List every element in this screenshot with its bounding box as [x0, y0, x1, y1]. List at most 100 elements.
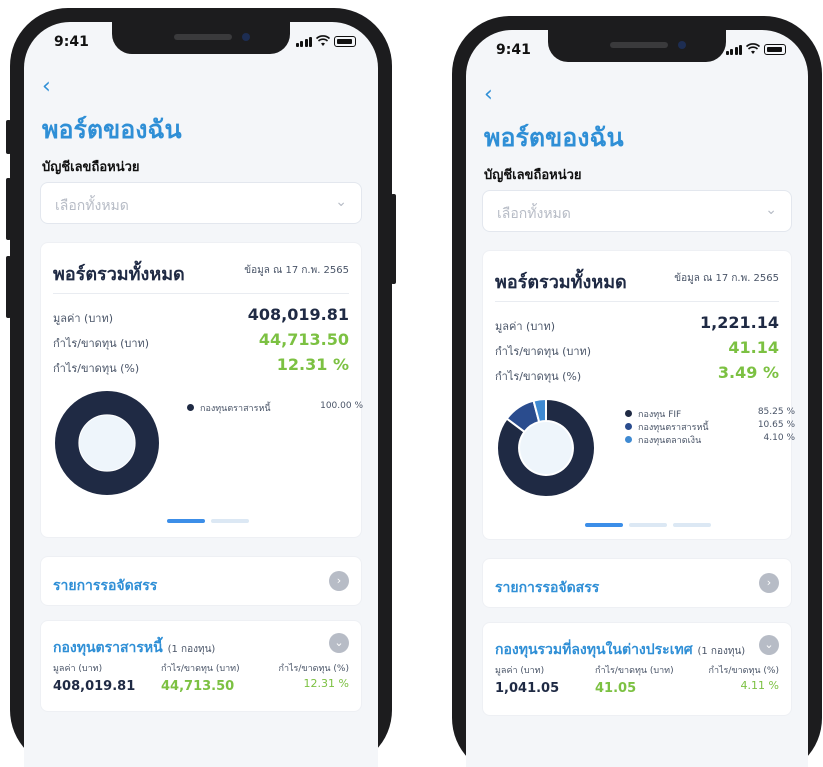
fund-group-name: กองทุนรวมที่ลงทุนในต่างประเทศ [495, 642, 693, 658]
status-time: 9:41 [54, 34, 89, 50]
fund-group-card[interactable]: กองทุนรวมที่ลงทุนในต่างประเทศ (1 กองทุน)… [482, 622, 792, 716]
fund-count: (1 กองทุน) [697, 646, 746, 657]
status-time: 9:41 [496, 42, 531, 58]
app-screen: 9:41 ‹ พอร์ตของฉัน บัญชีเลขถือหน่วย เลือ… [466, 30, 808, 767]
pending-allocation-card[interactable]: รายการรอจัดสรร › [40, 556, 362, 606]
legend-item: กองทุนตลาดเงิน 4.10 % [625, 433, 795, 446]
fund-group-title: กองทุนตราสารหนี้ (1 กองทุน) [53, 637, 215, 659]
fund-count: (1 กองทุน) [167, 644, 216, 655]
notch [112, 22, 290, 54]
pending-allocation-card[interactable]: รายการรอจัดสรร › [482, 558, 792, 608]
value-label: มูลค่า (บาท) [53, 312, 114, 325]
fund-pl-label: กำไร/ขาดทุน (บาท) [595, 666, 674, 676]
mute-switch [6, 120, 11, 154]
volume-up-button [6, 178, 11, 240]
plpct-label: กำไร/ขาดทุน (%) [53, 362, 140, 375]
fund-value-label: มูลค่า (บาท) [53, 664, 103, 674]
allocation-legend: กองทุนตราสารหนี้ 100.00 % [187, 401, 363, 414]
account-select[interactable]: เลือกทั้งหมด ⌄ [482, 190, 792, 232]
legend-percent: 4.10 % [763, 433, 795, 443]
battery-icon [764, 44, 786, 55]
allocation-donut-chart [55, 391, 159, 495]
volume-down-button [6, 256, 11, 318]
fund-group-name: กองทุนตราสารหนี้ [53, 640, 163, 656]
chevron-down-icon: ⌄ [335, 194, 347, 210]
donut-hole [79, 415, 135, 471]
chevron-down-icon[interactable]: ⌄ [759, 635, 779, 655]
legend-label: กองทุน FIF [638, 410, 682, 420]
app-screen: 9:41 ‹ พอร์ตของฉัน บัญชีเลขถือหน่วย เลือ… [24, 22, 378, 767]
donut-hole [520, 422, 572, 474]
value-row: มูลค่า (บาท) 408,019.81 [53, 305, 349, 327]
fund-pl-label: กำไร/ขาดทุน (บาท) [161, 664, 240, 674]
pl-row: กำไร/ขาดทุน (บาท) 41.14 [495, 338, 779, 360]
plpct-row: กำไร/ขาดทุน (%) 12.31 % [53, 355, 349, 377]
chevron-down-icon: ⌄ [765, 202, 777, 218]
legend-label: กองทุนตลาดเงิน [638, 436, 702, 446]
legend-label: กองทุนตราสารหนี้ [638, 423, 709, 433]
plpct-label: กำไร/ขาดทุน (%) [495, 370, 582, 383]
fund-value: 1,041.05 [495, 681, 560, 696]
fund-group-card[interactable]: กองทุนตราสารหนี้ (1 กองทุน) ⌄ มูลค่า (บา… [40, 620, 362, 712]
fund-plpct: 4.11 % [740, 679, 779, 692]
back-chevron-icon[interactable]: ‹ [484, 82, 493, 107]
legend-item: กองทุน FIF 85.25 % [625, 407, 795, 420]
allocation-donut-chart [496, 397, 596, 498]
summary-title: พอร์ตรวมทั้งหมด [53, 264, 185, 285]
account-select-placeholder: เลือกทั้งหมด [497, 206, 571, 222]
pl-row: กำไร/ขาดทุน (บาท) 44,713.50 [53, 330, 349, 352]
plpct-row: กำไร/ขาดทุน (%) 3.49 % [495, 363, 779, 385]
fund-value-label: มูลค่า (บาท) [495, 666, 545, 676]
account-label: บัญชีเลขถือหน่วย [484, 168, 582, 183]
allocation-legend: กองทุน FIF 85.25 % กองทุนตราสารหนี้ 10.65 %… [625, 407, 795, 446]
pending-allocation-label: รายการรอจัดสรร [53, 578, 158, 594]
fund-value: 408,019.81 [53, 679, 136, 694]
profit-loss-percent: 3.49 % [717, 363, 779, 382]
legend-dot-icon [625, 410, 632, 417]
legend-item: กองทุนตราสารหนี้ 100.00 % [187, 401, 363, 414]
portfolio-summary-card: พอร์ตรวมทั้งหมด ข้อมูล ณ 17 ก.พ. 2565 มู… [482, 250, 795, 540]
total-value: 1,221.14 [700, 313, 779, 332]
legend-percent: 85.25 % [757, 407, 795, 417]
legend-dot-icon [625, 436, 632, 443]
value-row: มูลค่า (บาท) 1,221.14 [495, 313, 779, 335]
chevron-down-icon[interactable]: ⌄ [329, 633, 349, 653]
divider [53, 293, 349, 294]
fund-pl: 41.05 [595, 681, 637, 696]
pl-label: กำไร/ขาดทุน (บาท) [495, 345, 592, 358]
chevron-right-icon[interactable]: › [759, 573, 779, 593]
profit-loss-value: 41.14 [728, 338, 779, 357]
legend-label: กองทุนตราสารหนี้ [200, 404, 271, 414]
fund-plpct: 12.31 % [303, 677, 349, 690]
pl-label: กำไร/ขาดทุน (บาท) [53, 337, 150, 350]
profit-loss-percent: 12.31 % [276, 355, 349, 374]
camera-icon [678, 41, 686, 49]
page-indicator[interactable] [585, 523, 711, 527]
legend-percent: 10.65 % [757, 420, 795, 430]
as-of-date: ข้อมูล ณ 17 ก.พ. 2565 [674, 273, 779, 284]
page-indicator[interactable] [167, 519, 249, 523]
back-chevron-icon[interactable]: ‹ [42, 74, 51, 99]
summary-title: พอร์ตรวมทั้งหมด [495, 272, 627, 293]
fund-pl: 44,713.50 [161, 679, 235, 694]
account-label: บัญชีเลขถือหน่วย [42, 160, 140, 175]
legend-percent: 100.00 % [320, 401, 363, 411]
signal-icon [725, 45, 742, 55]
camera-icon [242, 33, 250, 41]
page-title: พอร์ตของฉัน [484, 123, 624, 152]
divider [495, 301, 779, 302]
total-value: 408,019.81 [247, 305, 349, 324]
signal-icon [295, 37, 312, 47]
wifi-icon [746, 43, 760, 54]
legend-item: กองทุนตราสารหนี้ 10.65 % [625, 420, 795, 433]
wifi-icon [316, 35, 330, 46]
legend-dot-icon [625, 423, 632, 430]
account-select-placeholder: เลือกทั้งหมด [55, 198, 129, 214]
fund-plpct-label: กำไร/ขาดทุน (%) [278, 664, 349, 674]
phone-frame-2: 9:41 ‹ พอร์ตของฉัน บัญชีเลขถือหน่วย เลือ… [452, 16, 822, 767]
account-select[interactable]: เลือกทั้งหมด ⌄ [40, 182, 362, 224]
profit-loss-value: 44,713.50 [258, 330, 349, 349]
chevron-right-icon[interactable]: › [329, 571, 349, 591]
page-title: พอร์ตของฉัน [42, 115, 182, 144]
portfolio-summary-card: พอร์ตรวมทั้งหมด ข้อมูล ณ 17 ก.พ. 2565 มู… [40, 242, 363, 538]
